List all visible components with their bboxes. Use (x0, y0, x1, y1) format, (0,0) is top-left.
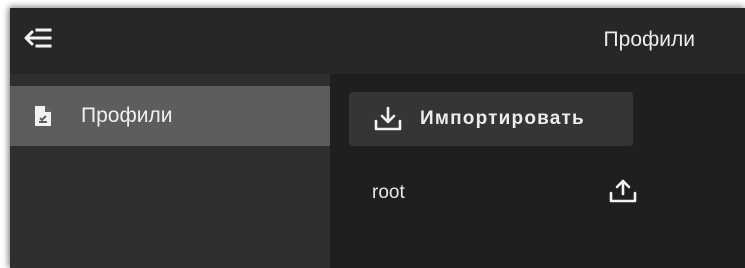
export-profile-button[interactable] (606, 176, 640, 210)
file-document-icon (32, 104, 54, 128)
sidebar: Профили (10, 74, 330, 268)
profile-name: root (372, 182, 405, 203)
import-button[interactable]: Импортировать (349, 92, 633, 146)
page-title: Профили (603, 28, 695, 51)
sidebar-item-label: Профили (81, 104, 173, 127)
import-button-label: Импортировать (420, 108, 585, 129)
menu-toggle-button[interactable] (20, 24, 56, 56)
profile-list-item: root (330, 170, 745, 216)
download-icon (374, 105, 402, 133)
main-content: Импортировать root (330, 74, 745, 268)
upload-icon (609, 178, 637, 209)
menu-open-icon (24, 27, 52, 54)
app-bar: Профили (10, 8, 745, 74)
app-window: Профили Профили Импортировать root (10, 8, 745, 268)
sidebar-item-profiles[interactable]: Профили (10, 86, 330, 146)
